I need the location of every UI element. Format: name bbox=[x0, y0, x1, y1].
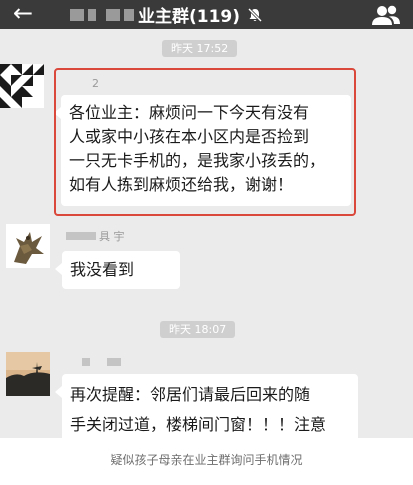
avatar[interactable] bbox=[0, 64, 44, 108]
sender-name: 具 宇 bbox=[66, 228, 125, 244]
redacted-name-block bbox=[66, 232, 96, 240]
avatar[interactable] bbox=[6, 224, 50, 268]
chat-screen: ← 业主群(119) 昨天 17:52 2 各位业主：麻烦问一下今天有没有 人或… bbox=[0, 0, 413, 438]
sender-name bbox=[82, 358, 124, 366]
image-caption: 疑似孩子母亲在业主群询问手机情况 bbox=[0, 438, 413, 485]
redacted-title-block bbox=[88, 8, 96, 21]
back-button[interactable]: ← bbox=[8, 0, 38, 29]
chat-header: ← 业主群(119) bbox=[0, 0, 413, 29]
redacted-title-block bbox=[106, 8, 120, 21]
message-line: 手关闭过道，楼梯间门窗！！！注意 bbox=[70, 415, 327, 434]
message-timestamp: 昨天 18:07 bbox=[160, 321, 236, 338]
avatar-dragon-image bbox=[6, 224, 50, 268]
redacted-title-block bbox=[124, 8, 134, 21]
highlight-frame bbox=[54, 68, 356, 216]
chat-title[interactable]: 业主群(119) bbox=[70, 0, 264, 29]
redacted-name-block bbox=[107, 358, 121, 366]
avatar-sunset-image bbox=[6, 352, 50, 396]
bell-muted-icon bbox=[247, 7, 263, 22]
left-arrow-icon: ← bbox=[12, 0, 34, 27]
group-members-icon[interactable] bbox=[371, 4, 401, 26]
chat-title-text: 业主群(119) bbox=[138, 7, 241, 27]
message-line: 再次提醒：邻居们请最后回来的随 bbox=[70, 385, 311, 404]
redacted-name-block bbox=[82, 358, 90, 366]
avatar[interactable] bbox=[6, 352, 50, 396]
message-bubble[interactable]: 再次提醒：邻居们请最后回来的随 手关闭过道，楼梯间门窗！！！注意 bbox=[55, 374, 358, 438]
message-bubble[interactable]: 我没看到 bbox=[55, 251, 180, 289]
avatar-pattern-image bbox=[0, 64, 44, 108]
message-timestamp: 昨天 17:52 bbox=[162, 40, 238, 57]
redacted-title-block bbox=[70, 8, 84, 21]
sender-name-text: 具 宇 bbox=[99, 230, 125, 243]
